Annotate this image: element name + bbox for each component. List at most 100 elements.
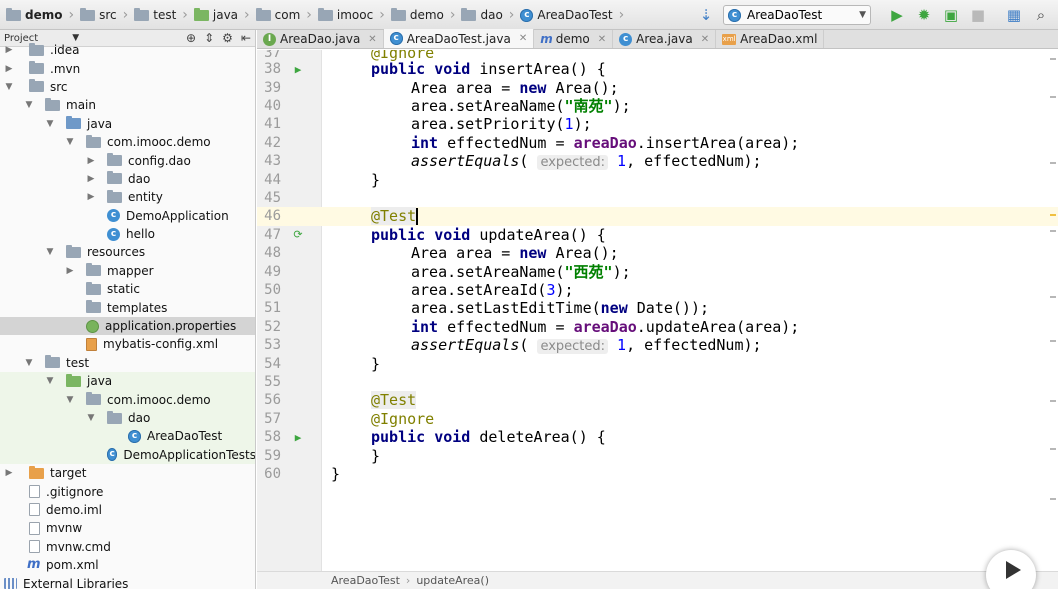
chevron-right-icon[interactable]: ▶ (4, 468, 14, 478)
tree-item-mapper[interactable]: ▶ mapper (0, 262, 255, 280)
code-line[interactable]: 58 ▶ public void deleteArea() { (257, 428, 1058, 446)
chevron-right-icon[interactable]: ▶ (4, 64, 14, 74)
tree-item-templates[interactable]: templates (0, 298, 255, 316)
breadcrumb-item-test[interactable]: test › (128, 0, 188, 30)
tree-item-target[interactable]: ▶ target (0, 464, 255, 482)
run-icon[interactable]: ▶ (886, 4, 908, 26)
tree-item-mvn[interactable]: ▶ .mvn (0, 59, 255, 77)
code-line[interactable]: 38 ▶ public void insertArea() { (257, 60, 1058, 78)
tree-item-gitignore[interactable]: .gitignore (0, 482, 255, 500)
close-icon[interactable]: ✕ (701, 34, 709, 45)
chevron-down-icon[interactable]: ▼ (45, 247, 55, 257)
breadcrumb-item-com[interactable]: com › (250, 0, 312, 30)
chevron-down-icon[interactable]: ▼ (45, 119, 55, 129)
code-line[interactable]: 42 int effectedNum = areaDao.insertArea(… (257, 134, 1058, 152)
tree-item-entity[interactable]: ▶ entity (0, 188, 255, 206)
search-icon[interactable]: ⌕ (1030, 4, 1052, 26)
tree-item-static[interactable]: static (0, 280, 255, 298)
code-line[interactable]: 59 } (257, 446, 1058, 465)
stripe-marker[interactable] (1050, 96, 1056, 98)
run-test-icon[interactable]: ⟳ (291, 228, 305, 241)
tree-item-test-dao[interactable]: ▼ dao (0, 408, 255, 428)
breadcrumb-item-java[interactable]: java › (188, 0, 250, 30)
code-line[interactable]: 49 area.setAreaName("西苑"); (257, 262, 1058, 281)
breadcrumb-item-imooc[interactable]: imooc › (312, 0, 385, 30)
stripe-marker[interactable] (1050, 340, 1056, 342)
code-line[interactable]: 44 } (257, 170, 1058, 189)
stripe-marker[interactable] (1050, 214, 1056, 216)
tree-item-mvnw[interactable]: mvnw (0, 519, 255, 537)
coverage-icon[interactable]: ▣ (940, 4, 962, 26)
tab-areadaotest-java[interactable]: c AreaDaoTest.java ✕ (383, 29, 535, 48)
tree-item-test-package[interactable]: ▼ com.imooc.demo (0, 390, 255, 409)
tree-item-src[interactable]: ▼ src (0, 78, 255, 96)
tree-item-external-libraries[interactable]: External Libraries (0, 574, 255, 589)
project-structure-icon[interactable]: ▦ (1003, 4, 1025, 26)
chevron-down-icon[interactable]: ▼ (65, 137, 75, 147)
tab-demo[interactable]: m demo ✕ (534, 30, 614, 48)
chevron-right-icon[interactable]: ▶ (86, 174, 96, 184)
tree-item-main-dao[interactable]: ▶ dao (0, 170, 255, 188)
tab-area-java[interactable]: c Area.java ✕ (613, 30, 717, 48)
breadcrumb-item-dao[interactable]: dao › (455, 0, 514, 30)
tree-item-resources[interactable]: ▼ resources (0, 243, 255, 261)
tree-item-mvnw-cmd[interactable]: mvnw.cmd (0, 538, 255, 556)
tree-item-demoapplicationtests[interactable]: c DemoApplicationTests (0, 445, 255, 464)
current-code-line[interactable]: 46 @Test (257, 207, 1058, 226)
tree-item-areadaotest[interactable]: c AreaDaoTest (0, 427, 255, 446)
code-line[interactable]: 43 assertEquals( expected: 1, effectedNu… (257, 152, 1058, 171)
code-line[interactable]: 55 (257, 373, 1058, 391)
code-line[interactable]: 60 } (257, 465, 1058, 483)
stripe-marker[interactable] (1050, 162, 1056, 164)
stripe-marker[interactable] (1050, 230, 1056, 232)
breadcrumb-class[interactable]: AreaDaoTest (331, 574, 400, 587)
stripe-marker[interactable] (1050, 448, 1056, 450)
tree-item-application-properties[interactable]: application.properties (0, 316, 255, 336)
run-configuration-select[interactable]: c AreaDaoTest ▼ (723, 5, 871, 25)
breadcrumb-item-src[interactable]: src › (74, 0, 128, 30)
stripe-marker[interactable] (1050, 498, 1056, 500)
breadcrumb-item-areadaotest[interactable]: c AreaDaoTest › (514, 0, 624, 30)
breadcrumb-item-demo-package[interactable]: demo › (385, 0, 455, 30)
tab-areadao-java[interactable]: I AreaDao.java ✕ (257, 30, 384, 48)
stripe-marker[interactable] (1050, 296, 1056, 298)
code-line[interactable]: 51 area.setLastEditTime(new Date()); (257, 299, 1058, 317)
close-icon[interactable]: ✕ (519, 33, 527, 44)
tree-item-demoapplication[interactable]: c DemoApplication (0, 207, 255, 225)
code-line[interactable]: 57 @Ignore (257, 410, 1058, 428)
code-line[interactable]: 54 } (257, 354, 1058, 373)
code-line[interactable]: 56 @Test (257, 391, 1058, 410)
run-test-icon[interactable]: ▶ (291, 431, 305, 444)
code-line[interactable]: 41 area.setPriority(1); (257, 115, 1058, 133)
tree-item-test[interactable]: ▼ test (0, 354, 255, 372)
chevron-right-icon[interactable]: ▶ (65, 266, 75, 276)
tree-item-hello[interactable]: c hello (0, 225, 255, 243)
stripe-marker[interactable] (1050, 58, 1056, 60)
tab-areadao-xml[interactable]: xml AreaDao.xml (716, 30, 825, 48)
chevron-down-icon[interactable]: ▼ (24, 358, 34, 368)
chevron-down-icon[interactable]: ▼ (24, 100, 34, 110)
chevron-right-icon[interactable]: ▶ (86, 156, 96, 166)
code-line[interactable]: 47 ⟳ public void updateArea() { (257, 226, 1058, 244)
chevron-right-icon[interactable]: ▶ (86, 192, 96, 202)
tree-item-main-java[interactable]: ▼ java (0, 115, 255, 133)
tree-item-mybatis-config[interactable]: mybatis-config.xml (0, 335, 255, 353)
tree-item-main-package[interactable]: ▼ com.imooc.demo (0, 133, 255, 151)
chevron-down-icon[interactable]: ▼ (4, 82, 14, 92)
tree-item-pom-xml[interactable]: m pom.xml (0, 556, 255, 574)
chevron-down-icon[interactable]: ▼ (45, 376, 55, 386)
tree-item-main[interactable]: ▼ main (0, 96, 255, 114)
chevron-down-icon[interactable]: ▼ (86, 413, 96, 423)
breadcrumb-item-demo[interactable]: demo › (0, 0, 74, 30)
run-test-icon[interactable]: ▶ (291, 63, 305, 76)
stripe-marker[interactable] (1050, 400, 1056, 402)
chevron-down-icon[interactable]: ▼ (65, 395, 75, 405)
chevron-right-icon[interactable]: ▶ (4, 45, 14, 55)
code-line[interactable]: 40 area.setAreaName("南苑"); (257, 97, 1058, 115)
code-line[interactable]: 39 Area area = new Area(); (257, 78, 1058, 97)
tree-item-test-java[interactable]: ▼ java (0, 372, 255, 391)
tree-item-idea[interactable]: ▶ .idea (0, 41, 255, 59)
tree-item-config-dao[interactable]: ▶ config.dao (0, 151, 255, 169)
build-icon[interactable]: ⇣ (695, 4, 717, 26)
code-editor[interactable]: 37 @Ignore 38 ▶ public void insertArea()… (257, 50, 1058, 571)
